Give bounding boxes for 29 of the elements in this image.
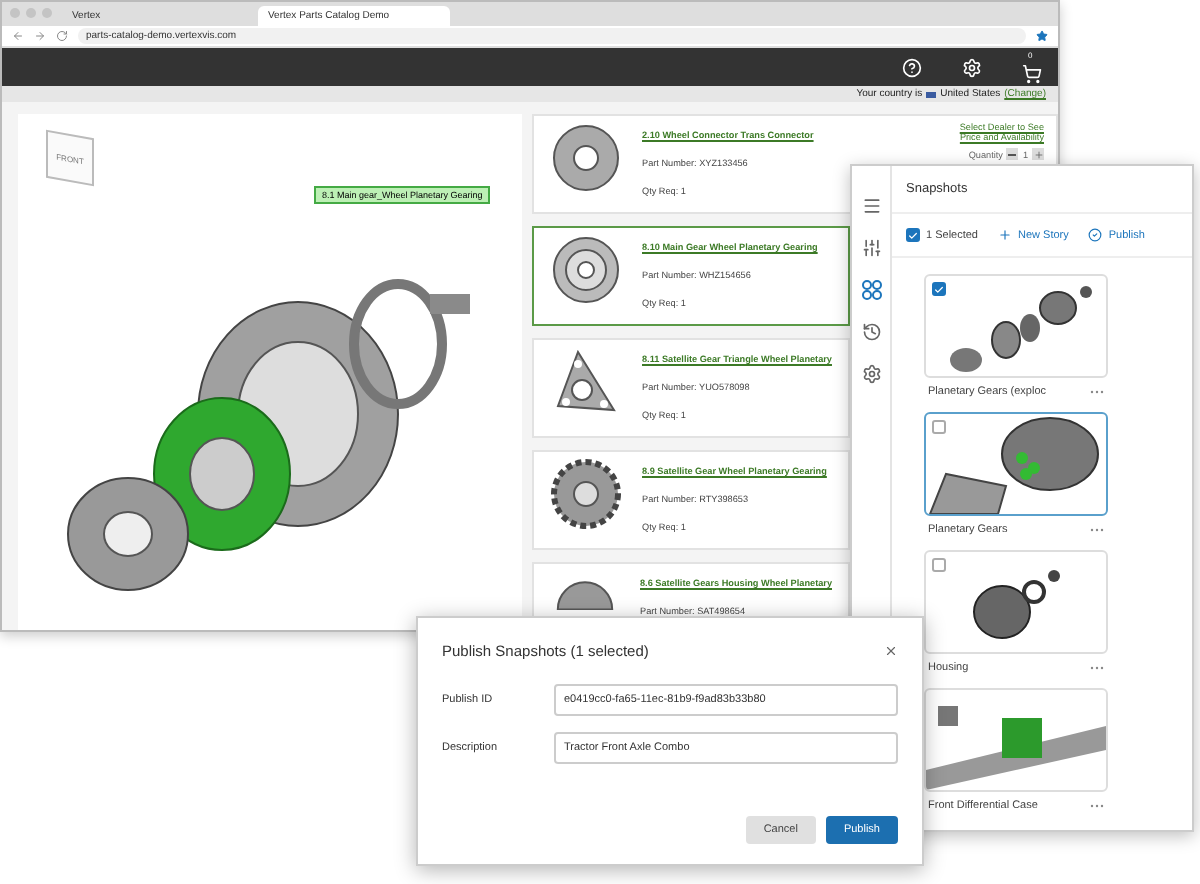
menu-icon: [861, 196, 881, 216]
snapshot-checkbox[interactable]: [932, 420, 946, 434]
settings-icon: [861, 364, 881, 384]
wheel-part-drawing: [550, 234, 622, 306]
rail-button[interactable]: [859, 236, 883, 260]
help-icon[interactable]: [902, 57, 922, 77]
bookmark-star-icon[interactable]: [1036, 30, 1048, 42]
plus-icon: [998, 228, 1012, 242]
grid-icon: [861, 280, 881, 300]
gear-drawing: [550, 458, 622, 530]
rail-button[interactable]: [859, 320, 883, 344]
sliders-icon: [861, 238, 881, 258]
flag-icon: [926, 91, 937, 97]
history-icon: [861, 322, 881, 342]
rail-button[interactable]: [859, 278, 883, 302]
rail-button[interactable]: [859, 194, 883, 218]
close-button[interactable]: [884, 644, 898, 658]
settings-icon[interactable]: [962, 57, 982, 77]
snapshot-checkbox[interactable]: [932, 558, 946, 572]
snapshot-checkbox[interactable]: [932, 282, 946, 296]
decrement-button[interactable]: [1006, 148, 1019, 160]
check-circle-icon: [1088, 228, 1103, 242]
reload-icon[interactable]: [56, 30, 68, 42]
increment-button[interactable]: [1032, 148, 1044, 160]
hub-part-drawing: [550, 122, 622, 194]
plus-icon: [1033, 149, 1043, 159]
rail-button[interactable]: [859, 362, 883, 386]
select-all-checkbox[interactable]: [906, 228, 920, 242]
cart-icon[interactable]: [1022, 63, 1042, 83]
